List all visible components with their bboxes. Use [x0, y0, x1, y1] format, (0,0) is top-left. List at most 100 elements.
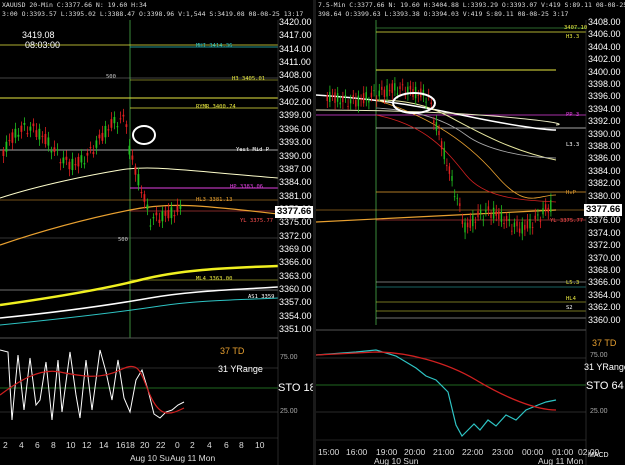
- candle-body: [485, 209, 487, 213]
- date-axis-2: Aug 11 Mon: [170, 453, 216, 463]
- candle-body: [32, 123, 35, 127]
- candle-body: [95, 140, 98, 148]
- chart-pane-7min[interactable]: 7.5-Min C:3377.66 N: 19.60 H:3404.88 L:3…: [316, 0, 625, 465]
- price-axis-label: 3382.00: [588, 178, 621, 189]
- candle-body: [331, 95, 334, 97]
- candle-body: [344, 95, 347, 97]
- level-label: 500: [118, 237, 128, 243]
- price-axis-label: 3402.00: [588, 54, 621, 65]
- time-axis-label: 8: [239, 440, 244, 450]
- price-axis-label: 3394.00: [588, 103, 621, 114]
- price-axis-label: 3384.00: [588, 165, 621, 176]
- time-axis-label: 10: [66, 440, 76, 450]
- candle-body: [149, 225, 152, 227]
- time-axis-label: 22:00: [462, 447, 484, 457]
- candle-body: [98, 134, 101, 139]
- candle-body: [164, 211, 167, 216]
- time-axis-label: 2: [3, 440, 8, 450]
- candle-body: [508, 218, 510, 221]
- candle-body: [352, 95, 354, 98]
- candle-body: [176, 205, 179, 212]
- time-axis-label: 0: [175, 440, 180, 450]
- candle-body: [29, 126, 32, 131]
- candle-body: [35, 130, 38, 137]
- level-25: 25.00: [590, 408, 608, 415]
- candlesticks: [2, 108, 182, 231]
- price-axis-label: 3392.00: [588, 116, 621, 127]
- price-axis-label: 3400.00: [588, 66, 621, 77]
- price-axis-label: 3398.00: [588, 79, 621, 89]
- candle-body: [167, 210, 170, 219]
- candle-body: [62, 157, 65, 164]
- price-chart-canvas[interactable]: [0, 0, 313, 465]
- candle-body: [396, 93, 399, 95]
- candle-body: [355, 99, 357, 107]
- candle-body: [2, 150, 5, 156]
- candle-body: [453, 196, 456, 198]
- candle-body: [119, 118, 122, 120]
- chart-pane-20min[interactable]: XAUUSD 20-Min C:3377.66 N: 19.60 H:34 3:…: [0, 0, 313, 465]
- candle-body: [469, 219, 471, 228]
- time-axis-label: 23:00: [492, 447, 514, 457]
- candle-body: [179, 205, 182, 209]
- candle-body: [347, 106, 349, 108]
- level-label: Yest Mid P: [236, 147, 270, 153]
- time-axis-label: 1618: [116, 440, 135, 450]
- yrange-label: 31 YRange: [218, 364, 263, 374]
- candle-body: [170, 207, 173, 219]
- td-label: 37 TD: [220, 346, 245, 356]
- candle-body: [425, 101, 427, 103]
- price-axis-label: 3366.00: [588, 277, 621, 288]
- time-axis-label: 20: [140, 440, 150, 450]
- yrange-label: 31 YRange: [584, 362, 625, 372]
- candle-body: [443, 147, 445, 160]
- candle-body: [92, 152, 95, 155]
- candle-body: [11, 132, 14, 143]
- candle-body: [71, 158, 74, 171]
- time-axis-label: 21:00: [433, 447, 455, 457]
- candle-body: [107, 129, 110, 131]
- candle-body: [122, 114, 125, 117]
- candle-body: [125, 124, 128, 127]
- candle-body: [381, 86, 383, 90]
- time-axis-label: 22: [156, 440, 166, 450]
- price-axis-label: 3414.00: [279, 43, 312, 54]
- candle-body: [435, 121, 438, 131]
- time-axis-label: 4: [207, 440, 212, 450]
- price-axis-label: 3393.00: [279, 137, 312, 148]
- price-axis-label: 3360.00: [588, 314, 621, 325]
- price-chart-canvas[interactable]: [316, 0, 625, 465]
- candle-body: [131, 155, 134, 160]
- candle-body: [448, 166, 451, 174]
- candle-body: [544, 204, 547, 211]
- price-axis-label: 3364.00: [588, 289, 621, 300]
- candle-body: [492, 207, 495, 219]
- price-axis-label: 3380.00: [588, 190, 621, 201]
- level-label: ML4 3363.00: [196, 276, 233, 282]
- candle-body: [503, 222, 505, 225]
- info-price: 3419.08: [22, 30, 55, 40]
- price-axis-label: 3396.00: [588, 91, 621, 102]
- candle-body: [357, 95, 360, 107]
- time-axis-label: 10: [255, 440, 265, 450]
- sto-label: STO 18: [278, 382, 313, 394]
- candle-body: [146, 204, 149, 210]
- candle-body: [386, 85, 388, 97]
- candle-body: [334, 92, 336, 103]
- candle-body: [521, 221, 523, 234]
- candle-body: [524, 224, 526, 230]
- time-axis-label: 2: [190, 440, 195, 450]
- candle-body: [451, 175, 453, 181]
- candle-body: [41, 135, 44, 137]
- price-axis-label: 3399.00: [279, 110, 312, 121]
- candle-body: [446, 164, 448, 167]
- time-axis-label: 6: [35, 440, 40, 450]
- current-price-box: 3377.66: [584, 204, 623, 216]
- candle-body: [77, 156, 80, 167]
- candle-body: [482, 219, 484, 221]
- level-label: H3.3: [566, 34, 580, 40]
- candle-body: [20, 125, 23, 132]
- candle-body: [430, 102, 432, 105]
- level-label: 500: [106, 74, 116, 80]
- candle-body: [336, 92, 339, 102]
